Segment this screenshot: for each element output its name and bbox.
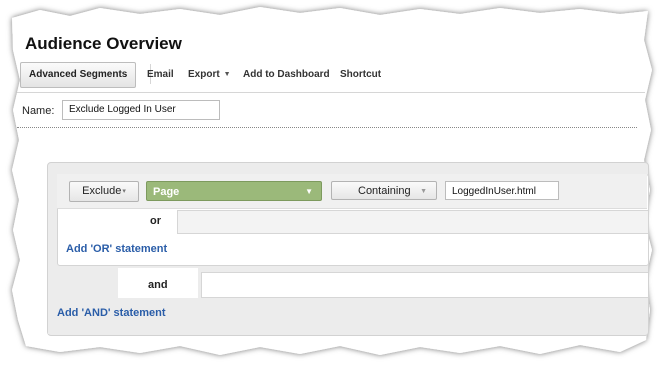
condition-value-input[interactable]: LoggedInUser.html — [445, 181, 559, 200]
or-drop-zone — [177, 210, 648, 234]
page-title: Audience Overview — [25, 34, 182, 53]
and-label: and — [148, 279, 168, 291]
export-label: Export — [188, 69, 220, 80]
segment-name-label: Name: — [22, 105, 55, 117]
toolbar-divider-line — [17, 92, 645, 93]
shortcut-button[interactable]: Shortcut — [340, 69, 381, 80]
chevron-down-icon: ▼ — [223, 71, 231, 78]
include-exclude-label: Exclude — [82, 185, 122, 197]
dimension-label: Page — [153, 186, 180, 198]
or-label: or — [150, 215, 161, 227]
email-button[interactable]: Email — [147, 69, 174, 80]
toolbar: Advanced Segments Email Export ▼ Add to D… — [17, 60, 645, 90]
add-and-statement-link[interactable]: Add 'AND' statement — [57, 307, 166, 319]
chevron-down-icon: ▾ — [122, 188, 126, 195]
match-type-label: Containing — [358, 185, 411, 197]
segment-name-input[interactable]: Exclude Logged In User — [62, 100, 220, 120]
shortcut-label: Shortcut — [340, 69, 382, 80]
export-button[interactable]: Export ▼ — [188, 69, 231, 80]
match-type-select[interactable]: Containing ▼ — [331, 181, 437, 200]
include-exclude-select[interactable]: Exclude▾ — [69, 181, 139, 202]
add-or-statement-link[interactable]: Add 'OR' statement — [66, 243, 167, 255]
chevron-down-icon: ▼ — [420, 188, 427, 195]
add-to-dashboard-button[interactable]: Add to Dashboard — [243, 69, 330, 80]
chevron-down-icon: ▼ — [305, 187, 313, 196]
section-divider — [17, 127, 637, 128]
and-drop-zone — [201, 272, 648, 298]
advanced-segments-button[interactable]: Advanced Segments — [20, 62, 137, 88]
dimension-select[interactable]: Page ▼ — [146, 181, 322, 201]
email-label: Email — [147, 69, 174, 80]
add-to-dashboard-label: Add to Dashboard — [243, 69, 330, 80]
